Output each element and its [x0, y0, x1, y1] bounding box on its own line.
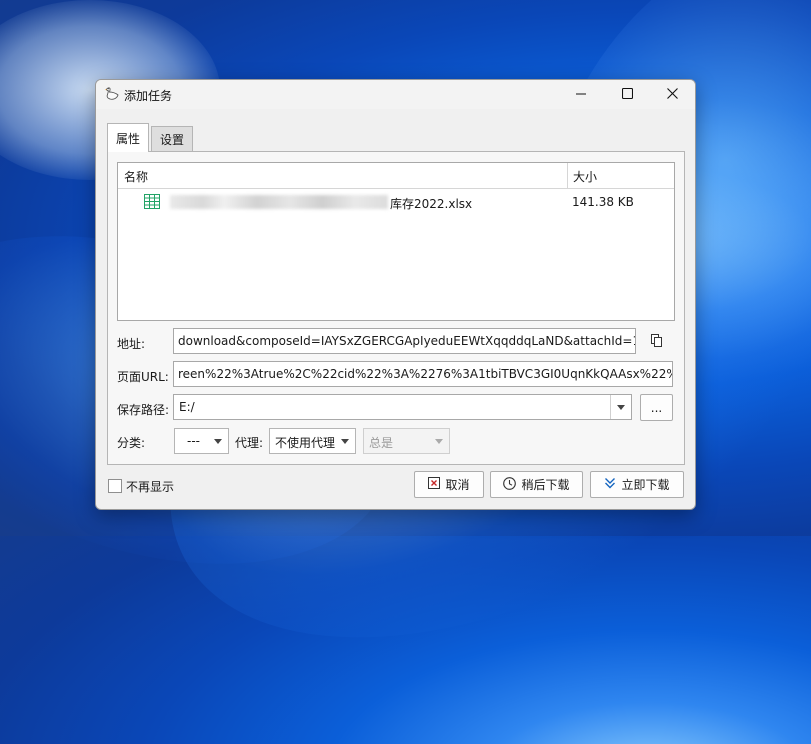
cancel-icon — [428, 477, 441, 492]
file-row[interactable]: 库存2022.xlsx 141.38 KB — [118, 189, 674, 213]
double-chevron-down-icon — [604, 477, 616, 492]
column-header-size[interactable]: 大小 — [573, 168, 597, 185]
goose-app-icon — [104, 86, 120, 102]
title-bar[interactable]: 添加任务 — [96, 80, 695, 109]
proxy-mode-select: 总是 — [363, 428, 450, 454]
category-value: --- — [187, 434, 200, 448]
window-title: 添加任务 — [124, 89, 173, 103]
dont-show-again-label[interactable]: 不再显示 — [126, 478, 174, 495]
category-label: 分类: — [117, 436, 146, 450]
page-url-value: reen%22%3Atrue%2C%22cid%22%3A%2276%3A1tb… — [178, 367, 673, 381]
address-field[interactable]: download&composeId=IAYSxZGERCGApIyeduEEW… — [173, 328, 636, 354]
category-select[interactable]: --- — [174, 428, 229, 454]
tab-label: 设置 — [159, 133, 184, 147]
cancel-label: 取消 — [445, 478, 470, 492]
cancel-button[interactable]: 取消 — [414, 471, 484, 498]
minimize-icon — [576, 88, 586, 102]
dont-show-again-checkbox[interactable] — [108, 479, 122, 493]
tab-settings[interactable]: 设置 — [151, 126, 193, 152]
combo-divider — [610, 395, 611, 419]
clock-icon — [503, 476, 517, 493]
column-divider[interactable] — [567, 163, 568, 188]
chevron-down-icon — [341, 439, 349, 444]
file-size: 141.38 KB — [572, 195, 634, 209]
minimize-button[interactable] — [558, 80, 604, 109]
download-now-label: 立即下载 — [621, 478, 670, 492]
download-now-button[interactable]: 立即下载 — [590, 471, 684, 498]
copy-icon[interactable] — [651, 334, 663, 350]
save-path-combobox[interactable]: E:/ — [173, 394, 632, 420]
proxy-mode-value: 总是 — [369, 436, 394, 450]
proxy-select[interactable]: 不使用代理 — [269, 428, 356, 454]
proxy-value: 不使用代理 — [275, 436, 336, 450]
maximize-icon — [621, 87, 633, 102]
close-icon — [666, 87, 678, 102]
chevron-down-icon — [214, 439, 222, 444]
file-list[interactable]: 名称 大小 库存2022.xlsx 141.38 KB — [117, 162, 675, 321]
properties-panel: 名称 大小 库存2022.xlsx 141.38 KB 地址: download… — [107, 151, 685, 465]
browse-button[interactable]: ... — [640, 394, 673, 421]
proxy-label: 代理: — [235, 436, 264, 450]
download-later-label: 稍后下载 — [521, 478, 570, 492]
page-url-field[interactable]: reen%22%3Atrue%2C%22cid%22%3A%2276%3A1tb… — [173, 361, 673, 387]
browse-label: ... — [650, 400, 663, 415]
tab-label: 属性 — [115, 131, 140, 146]
excel-file-icon — [144, 194, 160, 209]
file-name: 库存2022.xlsx — [390, 197, 473, 211]
redacted-filename-prefix — [170, 195, 388, 209]
save-path-value: E:/ — [179, 400, 195, 414]
chevron-down-icon — [435, 439, 443, 444]
maximize-button[interactable] — [604, 80, 650, 109]
close-button[interactable] — [649, 80, 695, 109]
add-task-dialog: 添加任务 属性 设置 名称 大小 库存2022.xlsx 141.38 KB 地… — [95, 79, 696, 510]
page-url-label: 页面URL: — [117, 370, 169, 384]
download-later-button[interactable]: 稍后下载 — [490, 471, 583, 498]
chevron-down-icon — [617, 405, 625, 410]
address-value: download&composeId=IAYSxZGERCGApIyeduEEW… — [178, 334, 636, 348]
save-path-label: 保存路径: — [117, 403, 170, 417]
column-header-name[interactable]: 名称 — [124, 168, 148, 185]
file-list-header: 名称 大小 — [118, 163, 674, 189]
address-label: 地址: — [117, 337, 146, 351]
tab-properties[interactable]: 属性 — [107, 123, 149, 152]
